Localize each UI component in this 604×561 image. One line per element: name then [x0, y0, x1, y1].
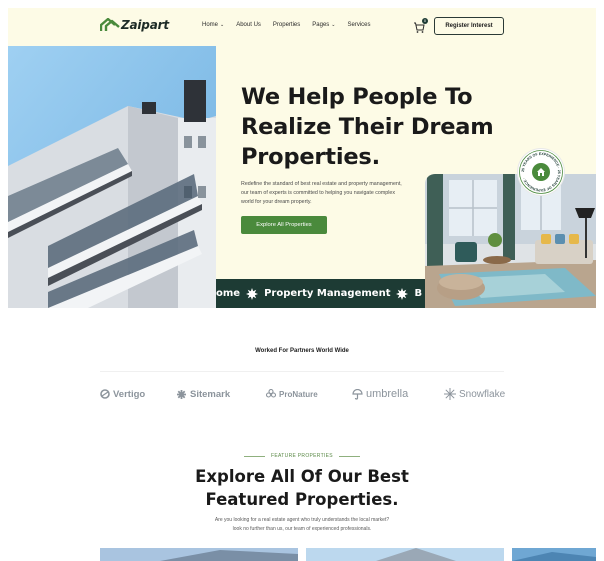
- house-logo-icon: [100, 18, 120, 31]
- partner-logo-vertigo[interactable]: Vertigo: [100, 385, 145, 403]
- feature-label: FEATURE PROPERTIES: [271, 453, 333, 459]
- sunburst-icon: [246, 287, 259, 300]
- property-card-image[interactable]: [100, 548, 298, 561]
- vertigo-logo-icon: [100, 389, 110, 399]
- featured-desc-line1: Are you looking for a real estate agent …: [214, 517, 390, 523]
- property-card-image[interactable]: [512, 548, 596, 561]
- chevron-down-icon: ⌄: [331, 22, 336, 28]
- services-ticker: ome Property Management B: [216, 279, 425, 308]
- nav-item-label: Properties: [272, 22, 301, 28]
- brand-name: Zaipart: [121, 18, 169, 32]
- nav-item-home[interactable]: Home ⌄: [202, 22, 224, 28]
- partner-name: Sitemark: [190, 388, 231, 400]
- nav-item-label: About Us: [236, 22, 261, 28]
- badge-house-circle: [532, 163, 550, 181]
- building-photo: [8, 46, 216, 308]
- brand-logo[interactable]: Zaipart: [100, 18, 169, 32]
- partners-title: Worked For Partners World Wide: [255, 348, 349, 354]
- sunburst-icon: [396, 287, 409, 300]
- partner-name: Snowflake: [459, 388, 506, 400]
- main-menu: Home ⌄ About Us Properties Pages ⌄ Servi…: [202, 22, 371, 28]
- partner-logo-pronature[interactable]: ProNature: [266, 385, 318, 403]
- chevron-down-icon: ⌄: [220, 22, 225, 28]
- featured-title-line1: Explore All Of Our Best: [195, 467, 409, 486]
- partner-name: ProNature: [279, 389, 318, 399]
- house-icon: [537, 168, 545, 176]
- featured-title-line2: Featured Properties.: [205, 489, 399, 509]
- hero-title: We Help People To Realize Their Dream Pr…: [241, 84, 494, 170]
- partner-logo-umbrella[interactable]: umbrella: [352, 385, 408, 403]
- cart-button[interactable]: 0: [412, 18, 428, 34]
- hero-description: Redefine the standard of best real estat…: [241, 181, 402, 205]
- explore-all-properties-button[interactable]: Explore All Properties: [241, 216, 327, 234]
- pronature-logo-icon: [266, 389, 276, 398]
- living-room-photo: [425, 174, 596, 308]
- nav-item-pages[interactable]: Pages ⌄: [312, 22, 335, 28]
- featured-title: Explore All Of Our Best Featured Propert…: [0, 466, 604, 511]
- property-card-image[interactable]: [306, 548, 504, 561]
- partner-logos: Vertigo Sitemark ProNature umbrella Snow…: [0, 385, 604, 403]
- partners-divider: [100, 371, 504, 372]
- hero-section: We Help People To Realize Their Dream Pr…: [8, 46, 596, 308]
- experience-badge: 25 YEARS OF EXPERIENCE · 25 YEARS OF EXP…: [518, 149, 564, 195]
- snowflake-logo-icon: [444, 388, 456, 400]
- nav-item-label: Pages: [312, 22, 330, 28]
- register-interest-button[interactable]: Register Interest: [434, 17, 504, 35]
- nav-item-about-us[interactable]: About Us: [236, 22, 261, 28]
- featured-description: Are you looking for a real estate agent …: [190, 516, 414, 534]
- ticker-track: ome Property Management B: [216, 279, 425, 308]
- nav-item-label: Home: [202, 22, 219, 28]
- featured-desc-line2: look no further than us, our team of exp…: [232, 526, 372, 532]
- cart-count-badge: 0: [422, 18, 428, 24]
- nav-item-services[interactable]: Services: [347, 22, 370, 28]
- feature-label-line-right: [339, 456, 360, 457]
- nav-item-label: Services: [347, 22, 371, 28]
- partner-logo-sitemark[interactable]: Sitemark: [176, 385, 230, 403]
- sitemark-logo-icon: [177, 389, 186, 399]
- ticker-item: Property Management: [264, 288, 391, 299]
- partner-logo-snowflake[interactable]: Snowflake: [444, 385, 505, 403]
- ticker-item: ome: [216, 288, 241, 299]
- ticker-item: B: [414, 288, 423, 299]
- partner-name: Vertigo: [113, 388, 146, 400]
- nav-item-properties[interactable]: Properties: [273, 22, 300, 28]
- umbrella-logo-icon: [352, 388, 363, 400]
- partner-name: umbrella: [366, 388, 409, 400]
- top-navbar: Zaipart Home ⌄ About Us Properties Pages…: [8, 8, 596, 46]
